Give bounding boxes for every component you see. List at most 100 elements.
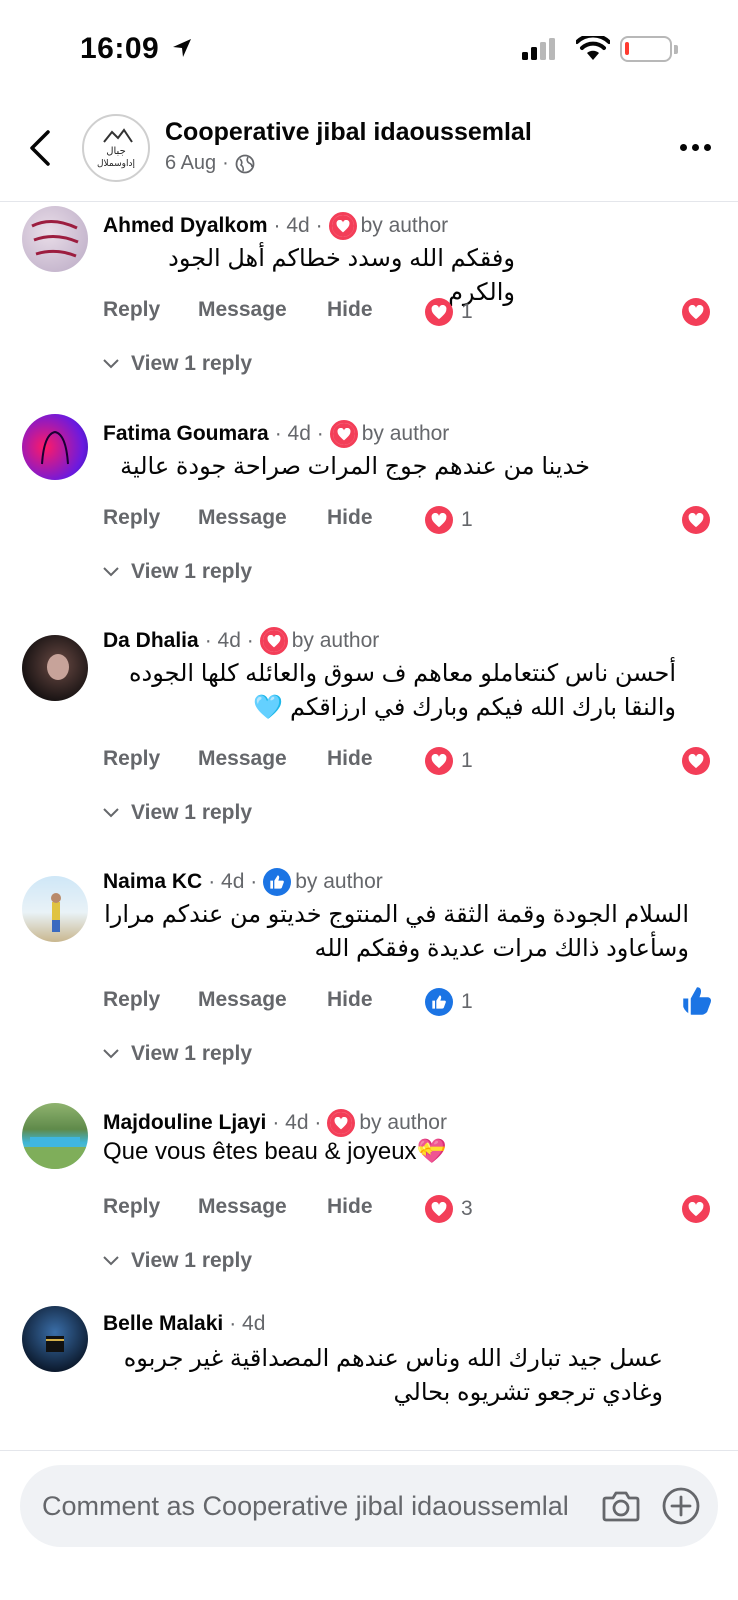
comment-time: · 4d	[229, 1312, 266, 1335]
reply-button[interactable]: Reply	[103, 298, 160, 322]
view-replies-button[interactable]: View 1 reply	[103, 560, 252, 584]
reaction-count[interactable]: 3	[425, 1195, 473, 1223]
love-react-button[interactable]	[682, 298, 710, 326]
thumbs-up-icon	[270, 875, 285, 889]
comment-time: · 4d ·	[273, 214, 323, 237]
hide-button[interactable]: Hide	[327, 988, 373, 1012]
reply-button[interactable]: Reply	[103, 506, 160, 530]
comment-input[interactable]: Comment as Cooperative jibal idaoussemla…	[20, 1465, 718, 1547]
post-meta: 6 Aug ·	[165, 152, 255, 175]
hide-button[interactable]: Hide	[327, 298, 373, 322]
heart-icon	[688, 1201, 704, 1216]
camera-icon[interactable]	[600, 1485, 642, 1527]
plus-circle-icon[interactable]	[660, 1485, 702, 1527]
more-icon[interactable]	[680, 144, 711, 151]
comment-time: · 4d ·	[274, 422, 324, 445]
view-replies-button[interactable]: View 1 reply	[103, 1042, 252, 1066]
by-author-label: by author	[361, 422, 450, 445]
commenter-name[interactable]: Majdouline Ljayi	[103, 1111, 266, 1135]
signal-icon	[522, 38, 555, 60]
author-like-badge	[263, 868, 292, 896]
message-button[interactable]: Message	[198, 298, 287, 322]
avatar[interactable]	[22, 635, 88, 701]
chevron-down-icon	[103, 359, 119, 369]
message-button[interactable]: Message	[198, 988, 287, 1012]
comment-text-line: والنقا بارك الله فيكم وبارك في ارزاقكم 🩵	[253, 694, 676, 721]
view-replies-label: View 1 reply	[131, 1042, 253, 1065]
page-title[interactable]: Cooperative jibal idaoussemlal	[165, 118, 532, 147]
message-button[interactable]: Message	[198, 506, 287, 530]
view-replies-label: View 1 reply	[131, 560, 253, 583]
reaction-count-value: 1	[461, 508, 473, 531]
heart-icon	[425, 506, 453, 534]
reaction-count-value: 1	[461, 990, 473, 1013]
heart-icon	[688, 304, 704, 319]
avatar[interactable]	[22, 414, 88, 480]
reaction-count[interactable]: 1	[425, 506, 473, 534]
status-time: 16:09	[80, 32, 160, 65]
avatar[interactable]	[22, 876, 88, 942]
page-avatar[interactable]: جبال إداوسملال	[82, 114, 150, 182]
love-react-button[interactable]	[682, 1195, 710, 1223]
hide-button[interactable]: Hide	[327, 506, 373, 530]
love-react-button[interactable]	[682, 747, 710, 775]
page-logo: جبال إداوسملال	[97, 128, 135, 169]
heart-icon	[425, 747, 453, 775]
commenter-name[interactable]: Fatima Goumara	[103, 422, 269, 446]
chevron-down-icon	[103, 1049, 119, 1059]
chevron-down-icon	[103, 1256, 119, 1266]
view-replies-button[interactable]: View 1 reply	[103, 801, 252, 825]
heart-icon	[425, 298, 453, 326]
reply-button[interactable]: Reply	[103, 1195, 160, 1219]
svg-text:جبال: جبال	[106, 146, 126, 157]
comment-text: خدينا من عندهم جوج المرات صراحة جودة عال…	[120, 453, 590, 480]
reaction-count[interactable]: 1	[425, 298, 473, 326]
back-chevron-icon[interactable]	[26, 128, 56, 168]
heart-icon	[334, 1116, 348, 1129]
heart-icon	[336, 219, 349, 232]
hide-button[interactable]: Hide	[327, 1195, 373, 1219]
post-header: جبال إداوسملال Cooperative jibal idaouss…	[0, 100, 738, 202]
reaction-count[interactable]: 1	[425, 747, 473, 775]
love-react-button[interactable]	[682, 506, 710, 534]
location-arrow-icon	[173, 39, 191, 57]
avatar[interactable]	[22, 1103, 88, 1169]
reply-button[interactable]: Reply	[103, 988, 160, 1012]
view-replies-button[interactable]: View 1 reply	[103, 1249, 252, 1273]
message-button[interactable]: Message	[198, 1195, 287, 1219]
comment-text-line: وسأعاود ذالك مرات عديدة وفقكم الله	[314, 935, 689, 962]
comment-time: · 4d ·	[204, 629, 254, 652]
reaction-count-value: 1	[461, 749, 473, 772]
battery-icon	[620, 36, 678, 62]
author-love-badge	[329, 420, 358, 448]
by-author-label: by author	[291, 629, 380, 652]
chevron-down-icon	[103, 808, 119, 818]
message-button[interactable]: Message	[198, 747, 287, 771]
by-author-label: by author	[360, 214, 449, 237]
by-author-label: by author	[359, 1111, 447, 1134]
view-replies-button[interactable]: View 1 reply	[103, 352, 252, 376]
reaction-count[interactable]: 1	[425, 988, 473, 1016]
reply-button[interactable]: Reply	[103, 747, 160, 771]
hide-button[interactable]: Hide	[327, 747, 373, 771]
by-author-label: by author	[295, 870, 383, 893]
commenter-name[interactable]: Naima KC	[103, 870, 202, 894]
thumbs-up-icon	[425, 988, 453, 1016]
comment-text-line: السلام الجودة وقمة الثقة في المنتوج خديت…	[104, 901, 689, 928]
heart-icon	[425, 1195, 453, 1223]
reaction-count-value: 3	[461, 1197, 473, 1220]
comment-text-line: وغادي ترجعو تشريوه بحالي	[393, 1379, 663, 1406]
comment-text: Que vous êtes beau & joyeux💝	[103, 1138, 447, 1165]
commenter-name[interactable]: Da Dhalia	[103, 629, 199, 653]
comment-input-placeholder: Comment as Cooperative jibal idaoussemla…	[42, 1491, 569, 1521]
avatar[interactable]	[22, 1306, 88, 1372]
commenter-name[interactable]: Belle Malaki	[103, 1312, 223, 1336]
commenter-name[interactable]: Ahmed Dyalkom	[103, 214, 268, 238]
heart-icon	[688, 512, 704, 527]
avatar[interactable]	[22, 206, 88, 272]
comment-composer-bar: Comment as Cooperative jibal idaoussemla…	[0, 1450, 738, 1600]
comment-text-line: عسل جيد تبارك الله وناس عندهم المصداقية …	[123, 1345, 663, 1372]
heart-icon	[337, 427, 351, 440]
globe-icon	[235, 154, 255, 173]
thumbs-up-icon[interactable]	[682, 986, 712, 1016]
